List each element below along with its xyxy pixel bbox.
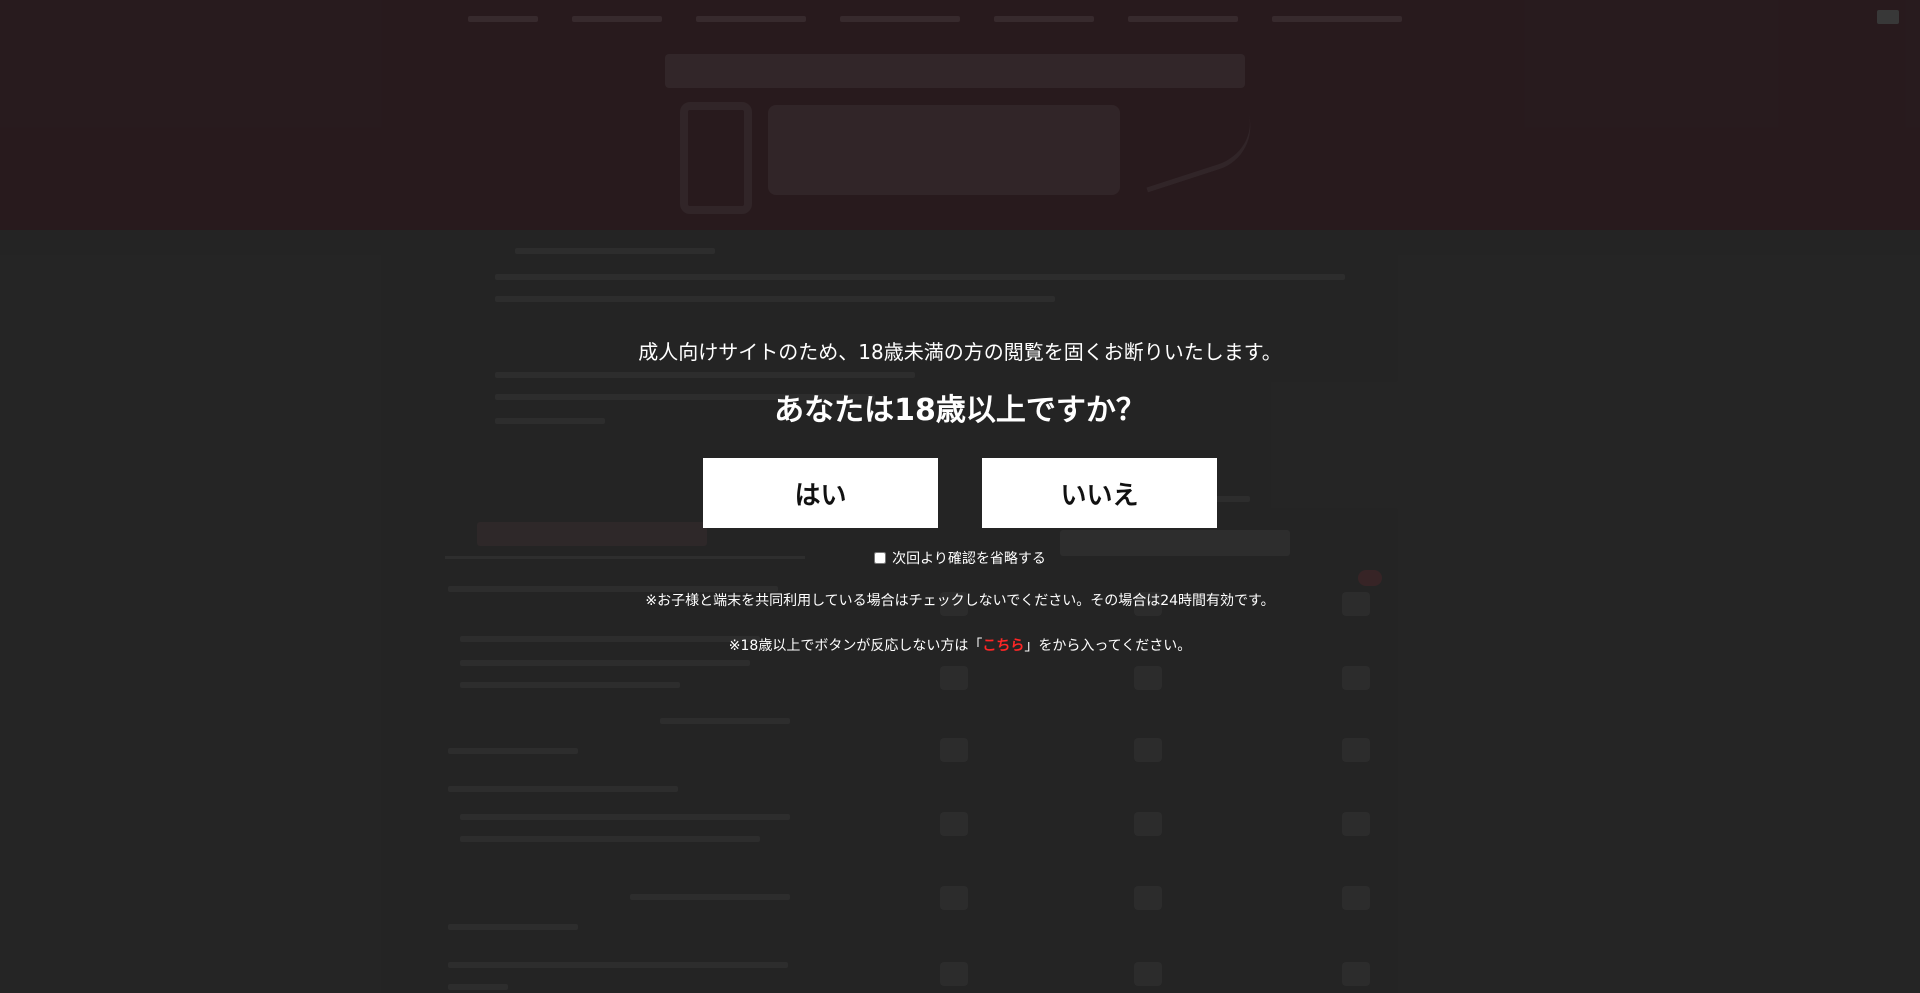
yes-button[interactable]: はい [703, 458, 938, 528]
adult-site-notice: 成人向けサイトのため、18歳未満の方の閲覧を固くお断りいたします。 [638, 340, 1282, 364]
skip-confirmation-checkbox[interactable] [874, 552, 887, 564]
no-button[interactable]: いいえ [982, 458, 1217, 528]
fallback-note-suffix: 」をから入ってください。 [1024, 638, 1192, 654]
fallback-note: ※18歳以上でボタンが反応しない方は「こちら」をから入ってください。 [0, 636, 1920, 656]
fallback-link[interactable]: こちら [982, 638, 1024, 654]
shared-device-note: ※お子様と端末を共同利用している場合はチェックしないでください。その場合は24時… [645, 593, 1275, 609]
age-question: あなたは18歳以上ですか？ [774, 393, 1146, 428]
skip-confirmation-row[interactable]: 次回より確認を省略する [0, 548, 1920, 568]
age-verification-modal: 成人向けサイトのため、18歳未満の方の閲覧を固くお断りいたします。 あなたは18… [0, 0, 1920, 993]
skip-confirmation-label: 次回より確認を省略する [892, 551, 1046, 567]
fallback-note-prefix: ※18歳以上でボタンが反応しない方は「 [728, 638, 983, 654]
